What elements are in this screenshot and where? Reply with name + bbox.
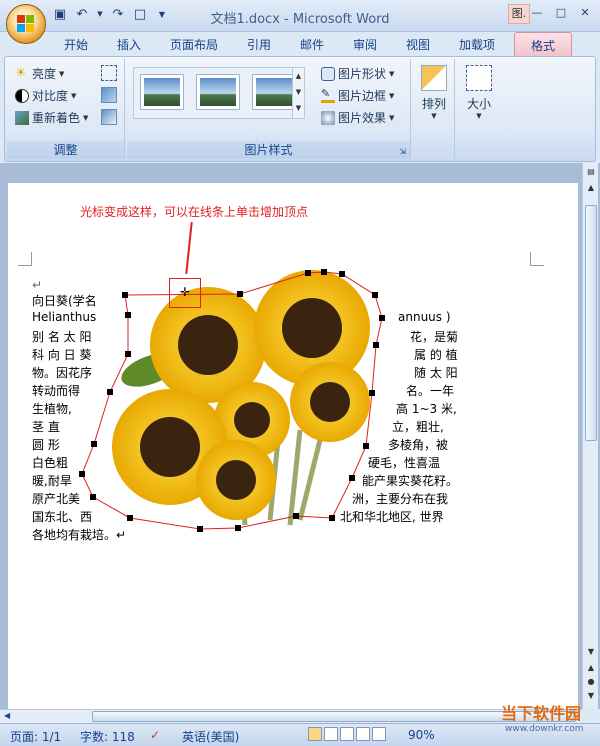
scroll-left-icon[interactable]: ◀ <box>4 711 10 720</box>
text-line: 北和华北地区, 世界 <box>340 510 444 524</box>
text-line: 硬毛，性喜温 <box>368 456 441 470</box>
text-line: 国东北、西 <box>32 510 93 524</box>
word-count[interactable]: 字数: 118 <box>80 728 135 745</box>
vertical-scrollbar[interactable]: ▤ ▲ ▼ ▲ ● ▼ <box>582 163 598 709</box>
zoom-level[interactable]: 90% <box>408 728 435 742</box>
watermark-url: www.downkr.com <box>505 724 584 734</box>
draft-view-icon[interactable] <box>372 727 386 741</box>
paragraph-mark: ↵ <box>32 278 43 292</box>
text-line: 立，粗壮, <box>392 420 444 434</box>
web-layout-view-icon[interactable] <box>340 727 354 741</box>
site-watermark: 当下软件园 www.downkr.com <box>455 700 584 734</box>
sunflower-picture[interactable] <box>112 270 370 526</box>
text-line: 别 名 太 阳 <box>32 330 92 344</box>
text-line: 白色粗 <box>32 456 69 470</box>
previous-page-icon[interactable]: ▲ <box>586 663 596 673</box>
text-line: 向日葵(学名 <box>32 294 97 308</box>
text-line: 花，是菊 <box>410 330 459 344</box>
text-line: 洲，主要分布在我 <box>352 492 449 506</box>
ruler-toggle-icon[interactable]: ▤ <box>586 167 596 177</box>
print-layout-view-icon[interactable] <box>308 727 322 741</box>
text-line: 圆 形 <box>32 438 60 452</box>
crosshair-cursor-icon: ✛ <box>180 285 191 299</box>
text-line: 科 向 日 葵 <box>32 348 92 362</box>
text-line: Helianthus <box>32 310 97 324</box>
text-line: 属 的 植 <box>414 348 458 362</box>
watermark-brand: 当下软件园 <box>501 704 582 723</box>
text-line: 能产果实葵花籽。 <box>362 474 459 488</box>
office-button[interactable] <box>6 4 46 44</box>
office-logo-icon <box>17 15 35 33</box>
language-indicator[interactable]: 英语(美国) <box>182 728 239 745</box>
text-line: 多棱角，被 <box>388 438 449 452</box>
next-page-icon[interactable]: ▼ <box>586 691 596 701</box>
text-line: 物。因花序 <box>32 366 93 380</box>
text-line: 转动而得 <box>32 384 81 398</box>
text-line: 高 1~3 米, <box>396 402 457 416</box>
text-line: 名。一年 <box>406 384 455 398</box>
outline-view-icon[interactable] <box>356 727 370 741</box>
text-line: 茎 直 <box>32 420 60 434</box>
page-count[interactable]: 页面: 1/1 <box>10 728 61 745</box>
vertical-scroll-thumb[interactable] <box>585 205 597 441</box>
scroll-up-icon[interactable]: ▲ <box>586 183 596 193</box>
view-buttons <box>308 727 386 741</box>
scroll-down-icon[interactable]: ▼ <box>586 647 596 657</box>
text-line: 各地均有栽培。↵ <box>32 528 127 542</box>
full-screen-view-icon[interactable] <box>324 727 338 741</box>
text-line: 生植物, <box>32 402 72 416</box>
text-line: 原产北美 <box>32 492 81 506</box>
browse-object-icon[interactable]: ● <box>586 677 596 687</box>
text-line: annuus ) <box>398 310 451 324</box>
text-line: 暖,耐旱 <box>32 474 72 488</box>
text-line: 随 太 阳 <box>414 366 458 380</box>
proofing-icon[interactable]: ✓ <box>150 728 160 742</box>
